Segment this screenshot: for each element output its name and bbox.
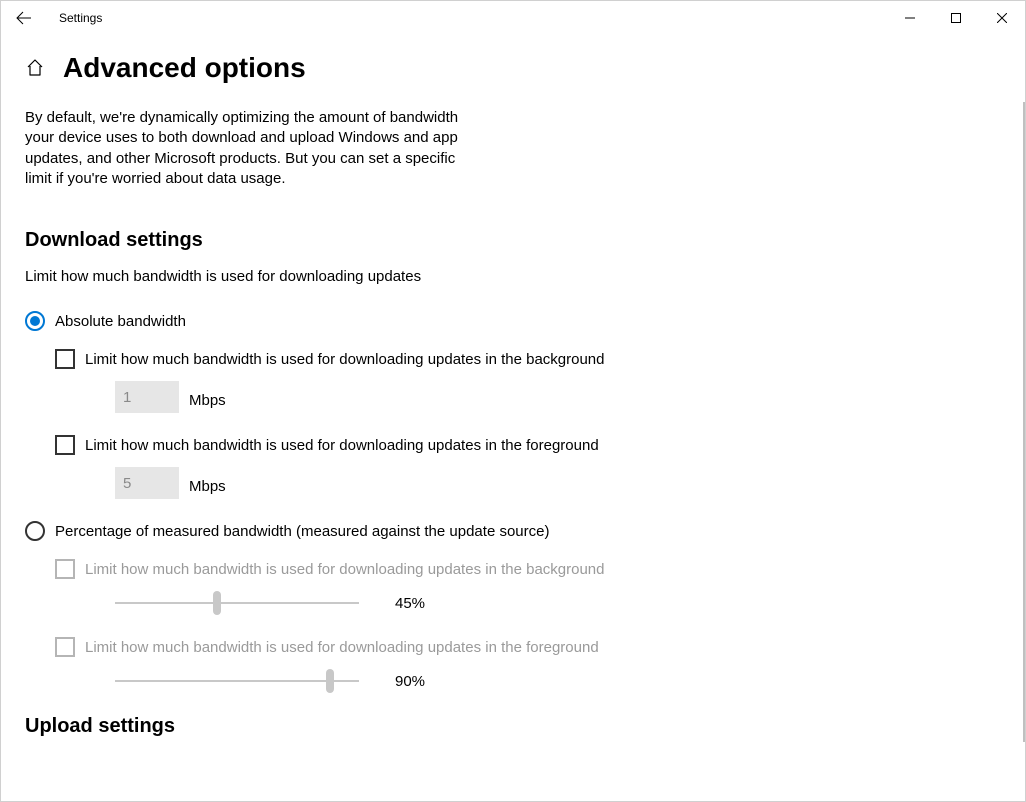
titlebar-left: Settings <box>1 1 102 35</box>
mbps-unit: Mbps <box>189 478 226 495</box>
titlebar: Settings <box>0 0 1026 34</box>
checkbox-pct-foreground: Limit how much bandwidth is used for dow… <box>55 637 1001 657</box>
download-settings-sub: Limit how much bandwidth is used for dow… <box>25 268 1001 285</box>
pct-fg-slider[interactable] <box>115 669 359 693</box>
maximize-icon <box>951 13 961 23</box>
pct-bg-slider[interactable] <box>115 591 359 615</box>
download-settings-heading: Download settings <box>25 229 1001 252</box>
checkbox-icon <box>55 637 75 657</box>
back-button[interactable] <box>1 1 47 35</box>
window-title: Settings <box>59 11 102 25</box>
radio-percentage-bandwidth[interactable]: Percentage of measured bandwidth (measur… <box>25 521 1001 541</box>
radio-icon <box>25 521 45 541</box>
abs-bg-input-row: 1 Mbps <box>115 381 1001 413</box>
checkbox-abs-bg-label: Limit how much bandwidth is used for dow… <box>85 351 605 368</box>
checkbox-abs-fg-label: Limit how much bandwidth is used for dow… <box>85 437 599 454</box>
minimize-icon <box>905 13 915 23</box>
checkbox-icon <box>55 559 75 579</box>
percentage-options: Limit how much bandwidth is used for dow… <box>55 559 1001 693</box>
checkbox-pct-background: Limit how much bandwidth is used for dow… <box>55 559 1001 579</box>
close-button[interactable] <box>979 1 1025 35</box>
abs-bg-input[interactable]: 1 <box>115 381 179 413</box>
radio-absolute-label: Absolute bandwidth <box>55 313 186 330</box>
checkbox-icon <box>55 435 75 455</box>
minimize-button[interactable] <box>887 1 933 35</box>
slider-track <box>115 602 359 604</box>
checkbox-pct-fg-label: Limit how much bandwidth is used for dow… <box>85 639 599 656</box>
checkbox-abs-foreground[interactable]: Limit how much bandwidth is used for dow… <box>55 435 1001 455</box>
absolute-options: Limit how much bandwidth is used for dow… <box>55 349 1001 499</box>
maximize-button[interactable] <box>933 1 979 35</box>
checkbox-icon <box>55 349 75 369</box>
abs-fg-input[interactable]: 5 <box>115 467 179 499</box>
checkbox-abs-background[interactable]: Limit how much bandwidth is used for dow… <box>55 349 1001 369</box>
pct-fg-value: 90% <box>395 673 425 690</box>
close-icon <box>997 13 1007 23</box>
slider-thumb[interactable] <box>326 669 334 693</box>
page-title: Advanced options <box>63 52 306 84</box>
content-area: Advanced options By default, we're dynam… <box>0 34 1026 802</box>
back-arrow-icon <box>16 10 32 26</box>
home-icon <box>26 59 44 77</box>
upload-settings-heading: Upload settings <box>25 715 1001 738</box>
radio-icon <box>25 311 45 331</box>
radio-absolute-bandwidth[interactable]: Absolute bandwidth <box>25 311 1001 331</box>
pct-bg-slider-row: 45% <box>115 591 1001 615</box>
abs-fg-input-row: 5 Mbps <box>115 467 1001 499</box>
radio-percentage-label: Percentage of measured bandwidth (measur… <box>55 523 549 540</box>
pct-fg-slider-row: 90% <box>115 669 1001 693</box>
checkbox-pct-bg-label: Limit how much bandwidth is used for dow… <box>85 561 605 578</box>
slider-thumb[interactable] <box>213 591 221 615</box>
intro-text: By default, we're dynamically optimizing… <box>25 108 485 189</box>
page-header: Advanced options <box>25 52 1001 84</box>
scrollbar[interactable] <box>1023 102 1025 742</box>
pct-bg-value: 45% <box>395 595 425 612</box>
window-controls <box>887 1 1025 35</box>
slider-track <box>115 680 359 682</box>
mbps-unit: Mbps <box>189 392 226 409</box>
home-button[interactable] <box>25 58 45 78</box>
